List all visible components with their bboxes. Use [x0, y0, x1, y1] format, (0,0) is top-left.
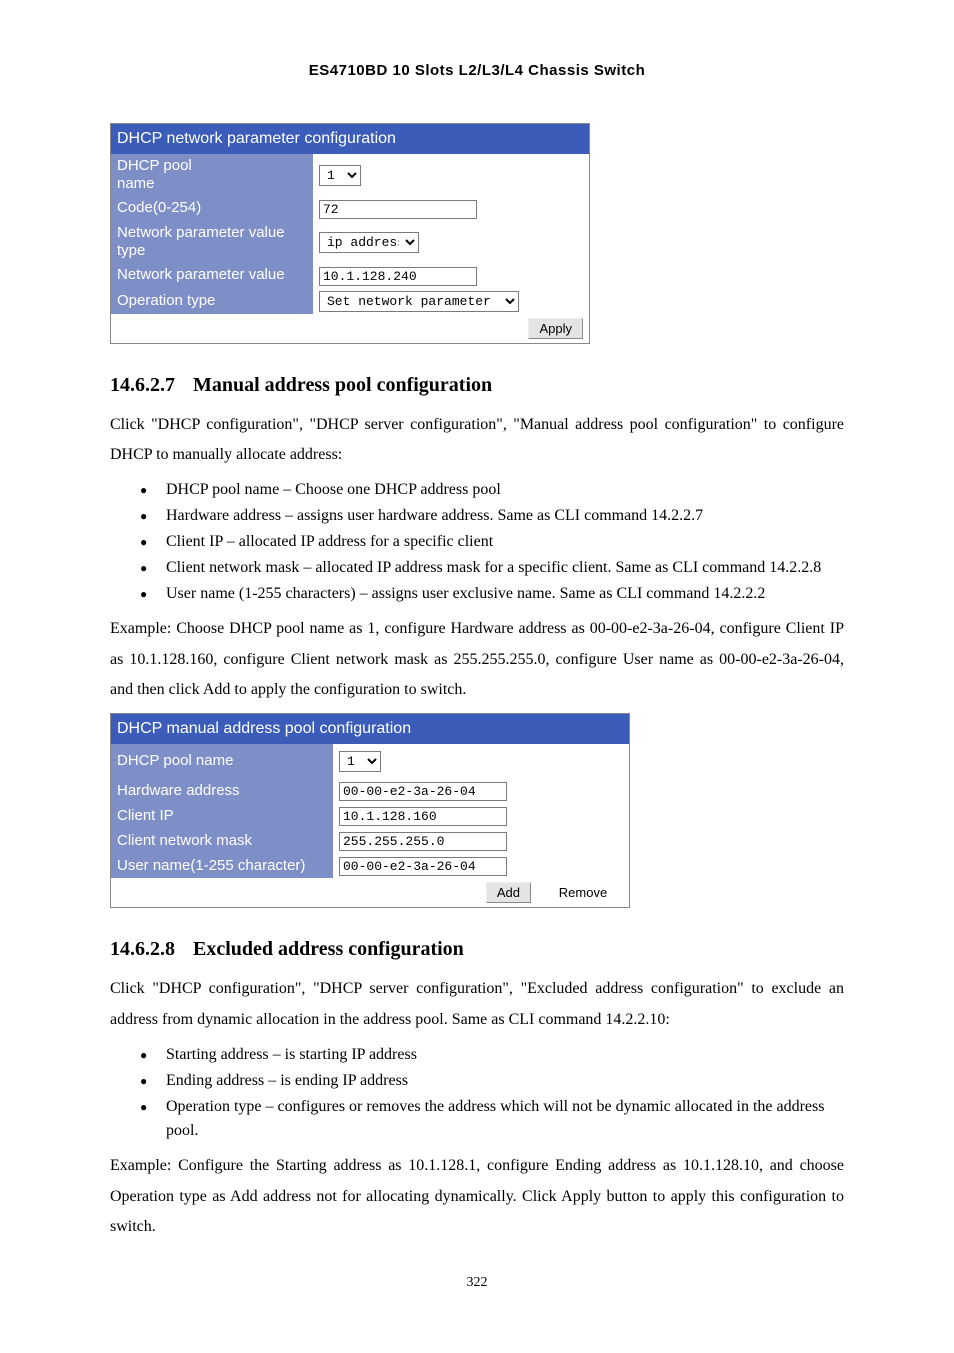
- label-client-mask: Client network mask: [111, 828, 334, 853]
- section1-para2: Example: Choose DHCP pool name as 1, con…: [110, 614, 844, 705]
- section2-para2: Example: Configure the Starting address …: [110, 1151, 844, 1242]
- heading-num: 14.6.2.7: [110, 374, 175, 396]
- page-header: ES4710BD 10 Slots L2/L3/L4 Chassis Switc…: [110, 60, 844, 83]
- select-pool-name-2[interactable]: 1: [339, 751, 381, 772]
- dhcp-network-param-form: DHCP network parameter configuration DHC…: [110, 123, 590, 344]
- input-client-ip[interactable]: [339, 807, 507, 826]
- input-param-value[interactable]: [319, 267, 477, 286]
- heading-manual-pool: 14.6.2.7 Manual address pool configuratio…: [110, 370, 844, 400]
- heading-title: Excluded address configuration: [193, 938, 464, 960]
- select-value-type[interactable]: ip address: [319, 232, 419, 253]
- apply-button[interactable]: Apply: [528, 318, 583, 339]
- label-user-name: User name(1-255 character): [111, 853, 334, 878]
- section2-bullets: Starting address – is starting IP addres…: [110, 1043, 844, 1143]
- list-item: Starting address – is starting IP addres…: [140, 1043, 844, 1067]
- form2-title: DHCP manual address pool configuration: [111, 714, 630, 745]
- list-item: Hardware address – assigns user hardware…: [140, 504, 844, 528]
- input-client-mask[interactable]: [339, 832, 507, 851]
- input-code[interactable]: [319, 200, 477, 219]
- label-param-value: Network parameter value: [111, 263, 314, 288]
- list-item: Operation type – configures or removes t…: [140, 1095, 844, 1143]
- input-hw-address[interactable]: [339, 782, 507, 801]
- label-dhcp-pool-name: DHCP pool name: [111, 154, 314, 196]
- input-user-name[interactable]: [339, 857, 507, 876]
- heading-excluded: 14.6.2.8 Excluded address configuration: [110, 934, 844, 964]
- section1-para1: Click "DHCP configuration", "DHCP server…: [110, 410, 844, 471]
- heading-title: Manual address pool configuration: [193, 374, 492, 396]
- list-item: User name (1-255 characters) – assigns u…: [140, 582, 844, 606]
- list-item: Client IP – allocated IP address for a s…: [140, 530, 844, 554]
- list-item: DHCP pool name – Choose one DHCP address…: [140, 478, 844, 502]
- label-pool-name-2: DHCP pool name: [111, 744, 334, 778]
- list-item: Ending address – is ending IP address: [140, 1069, 844, 1093]
- section1-bullets: DHCP pool name – Choose one DHCP address…: [110, 478, 844, 606]
- section2-para1: Click "DHCP configuration", "DHCP server…: [110, 974, 844, 1035]
- label-op-type: Operation type: [111, 288, 314, 314]
- label-client-ip: Client IP: [111, 803, 334, 828]
- heading-num: 14.6.2.8: [110, 938, 175, 960]
- add-button[interactable]: Add: [486, 882, 531, 903]
- form1-title: DHCP network parameter configuration: [111, 123, 590, 154]
- select-op-type[interactable]: Set network parameter: [319, 291, 519, 312]
- select-dhcp-pool-name[interactable]: 1: [319, 165, 361, 186]
- remove-link[interactable]: Remove: [559, 885, 607, 900]
- dhcp-manual-pool-form: DHCP manual address pool configuration D…: [110, 713, 630, 908]
- list-item: Client network mask – allocated IP addre…: [140, 556, 844, 580]
- label-code: Code(0-254): [111, 196, 314, 221]
- label-hw-address: Hardware address: [111, 778, 334, 803]
- page-number: 322: [110, 1272, 844, 1293]
- label-value-type: Network parameter value type: [111, 221, 314, 263]
